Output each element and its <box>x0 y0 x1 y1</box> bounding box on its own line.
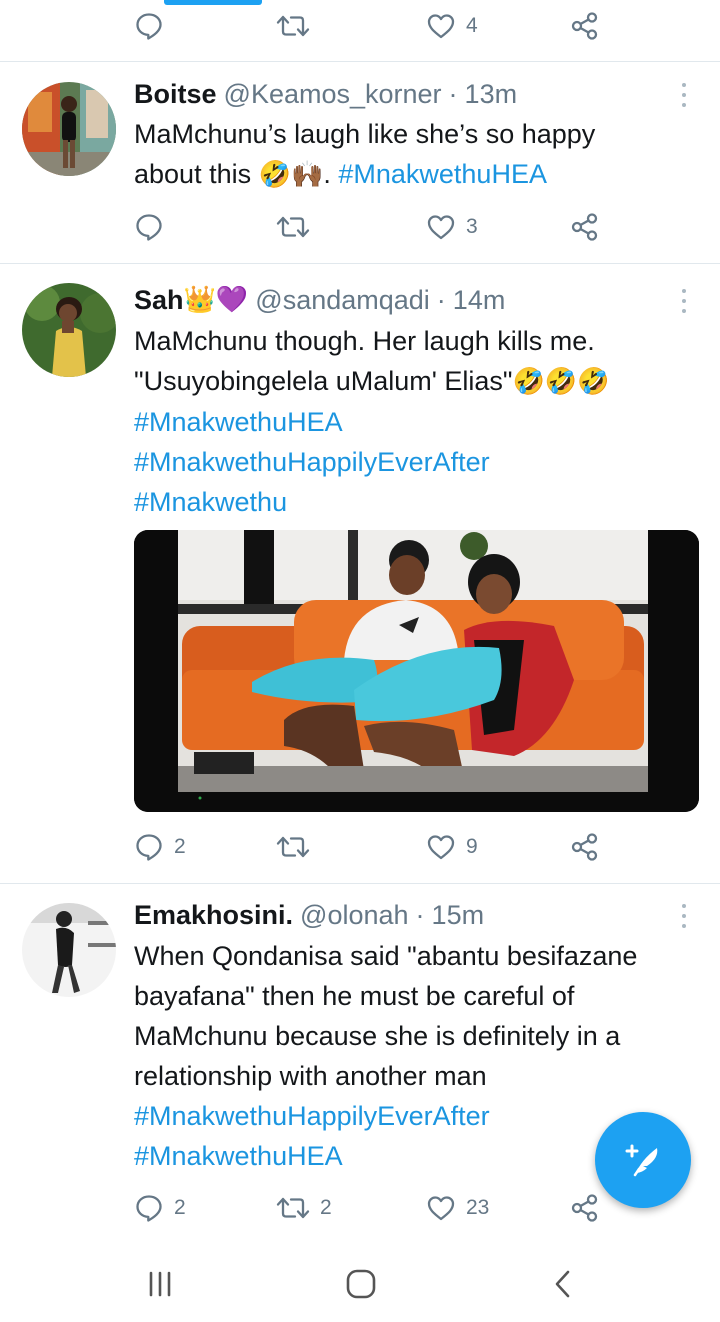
tweet-text-line: relationship with another man <box>134 1061 487 1091</box>
hashtag-link[interactable]: #MnakwethuHEA <box>134 402 694 442</box>
reply-icon <box>134 832 164 862</box>
retweet-icon <box>276 832 310 862</box>
retweet-button[interactable]: 2 <box>276 1188 332 1228</box>
retweet-icon <box>276 11 310 41</box>
retweet-button[interactable] <box>276 827 320 867</box>
tweet-actions-previous: 4 <box>134 6 614 46</box>
avatar[interactable] <box>22 82 116 176</box>
system-navigation-bar <box>0 1240 720 1322</box>
separator: · <box>415 899 425 930</box>
more-vertical-icon[interactable] <box>676 80 692 110</box>
home-button[interactable] <box>341 1264 381 1304</box>
tweet-actions: 2 2 23 <box>134 1188 614 1228</box>
share-icon <box>570 11 600 41</box>
separator: · <box>436 284 446 315</box>
hashtag-link[interactable]: #MnakwethuHEA <box>338 159 547 189</box>
back-icon <box>555 1270 570 1298</box>
reply-icon <box>134 1193 164 1223</box>
share-icon <box>570 832 600 862</box>
tweet-text-line: "Usuyobingelela uMalum' Elias"🤣🤣🤣 <box>134 361 694 402</box>
like-button[interactable]: 23 <box>426 1188 489 1228</box>
more-vertical-icon[interactable] <box>676 286 692 316</box>
tweet-item[interactable]: Boitse @Keamos_korner · 13m MaMchunu’s l… <box>0 74 720 254</box>
tweet-actions: 2 9 <box>134 827 614 867</box>
share-button[interactable] <box>570 207 600 247</box>
display-name[interactable]: Sah <box>134 285 184 316</box>
tweet-actions: 3 <box>134 207 614 247</box>
compose-tweet-icon <box>625 1144 658 1177</box>
recents-button[interactable] <box>140 1264 180 1304</box>
share-button[interactable] <box>570 6 600 46</box>
divider <box>0 263 720 264</box>
avatar[interactable] <box>22 283 116 377</box>
scroll-indicator <box>164 0 262 5</box>
divider <box>0 61 720 62</box>
tweet-text-line: MaMchunu though. Her laugh kills me. <box>134 326 595 356</box>
retweet-button[interactable] <box>276 207 320 247</box>
retweet-icon <box>276 1193 310 1223</box>
compose-tweet-button[interactable] <box>595 1112 691 1208</box>
retweet-button[interactable] <box>276 6 320 46</box>
reply-icon <box>134 212 164 242</box>
heart-icon <box>426 11 456 41</box>
reply-button[interactable]: 2 <box>134 1188 186 1228</box>
tweet-text-line: When Qondanisa said "abantu besifazane <box>134 941 638 971</box>
tweet-text: MaMchunu’s laugh like she’s so happy abo… <box>134 114 694 195</box>
hashtag-link[interactable]: #Mnakwethu <box>134 482 694 522</box>
recents-icon <box>149 1271 171 1297</box>
timestamp[interactable]: 15m <box>432 900 485 931</box>
tweet-text-line: bayafana" then he must be careful of <box>134 981 575 1011</box>
reply-button[interactable]: 2 <box>134 827 186 867</box>
separator: · <box>448 78 458 109</box>
tweet-text-line: MaMchunu’s laugh like she’s so happy <box>134 119 596 149</box>
heart-icon <box>426 832 456 862</box>
reply-icon <box>134 11 164 41</box>
tweet-text: MaMchunu though. Her laugh kills me. "Us… <box>134 321 694 522</box>
tweet-header: Boitse @Keamos_korner · 13m <box>134 74 517 114</box>
reply-button[interactable] <box>134 207 174 247</box>
emoji: 🤣🙌🏾 <box>258 160 324 190</box>
name-emoji: 👑💜 <box>183 285 249 315</box>
share-icon <box>570 212 600 242</box>
back-button[interactable] <box>543 1264 583 1304</box>
more-vertical-icon[interactable] <box>676 901 692 931</box>
home-icon <box>346 1269 376 1299</box>
hashtag-link[interactable]: #MnakwethuHappilyEverAfter <box>134 442 694 482</box>
user-handle[interactable]: @sandamqadi <box>255 285 430 316</box>
divider <box>0 883 720 884</box>
tweet-media-image[interactable] <box>134 530 699 812</box>
tweet-text-fragment: about this <box>134 159 259 189</box>
like-button[interactable]: 3 <box>426 207 478 247</box>
user-handle[interactable]: @olonah <box>300 900 409 931</box>
tweet-text-fragment: "Usuyobingelela uMalum' Elias" <box>134 366 513 396</box>
tweet-header: Emakhosini. @olonah · 15m <box>134 895 484 935</box>
timestamp[interactable]: 13m <box>465 79 518 110</box>
retweet-icon <box>276 212 310 242</box>
tweet-text-fragment: . <box>323 159 339 189</box>
emoji: 🤣🤣🤣 <box>512 367 610 397</box>
tweet-text-line: about this 🤣🙌🏾. #MnakwethuHEA <box>134 154 694 195</box>
like-button[interactable]: 9 <box>426 827 478 867</box>
share-icon <box>570 1193 600 1223</box>
tweet-text-line: MaMchunu because she is definitely in a <box>134 1021 621 1051</box>
timestamp[interactable]: 14m <box>453 285 506 316</box>
share-button[interactable] <box>570 1188 600 1228</box>
avatar[interactable] <box>22 903 116 997</box>
heart-icon <box>426 212 456 242</box>
heart-icon <box>426 1193 456 1223</box>
user-handle[interactable]: @Keamos_korner <box>224 79 442 110</box>
share-button[interactable] <box>570 827 600 867</box>
like-button[interactable]: 4 <box>426 6 478 46</box>
display-name[interactable]: Emakhosini. <box>134 900 293 931</box>
tweet-header: Sah 👑💜 @sandamqadi · 14m <box>134 280 505 320</box>
reply-button[interactable] <box>134 6 174 46</box>
display-name[interactable]: Boitse <box>134 79 217 110</box>
